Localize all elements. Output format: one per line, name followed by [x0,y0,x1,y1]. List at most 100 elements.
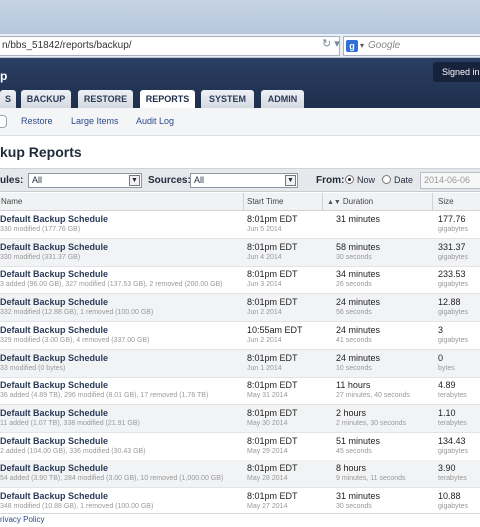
schedule-name: Default Backup Schedule [0,352,109,363]
duration: 8 hours [336,463,367,474]
start-date: May 31 2014 [247,392,288,400]
table-row[interactable]: Default Backup Schedule 11 added (1.07 TB… [0,404,480,433]
duration: 2 hours [336,407,367,418]
schedule-name: Default Backup Schedule [0,435,109,446]
subnav-item-restore[interactable]: Restore [21,116,53,126]
size-value: 1.10 [438,407,456,418]
table-row[interactable]: Default Backup Schedule 54 added (3.90 TB… [0,460,480,489]
start-time: 8:01pm EDT [247,407,298,418]
change-summary: 330 modified (331.37 GB) [0,253,81,261]
start-time: 8:01pm EDT [247,241,298,252]
duration-detail: 9 minutes, 11 seconds [336,475,406,483]
tab-admin[interactable]: ADMIN [261,90,304,108]
size-unit: gigabytes [438,336,468,344]
size-unit: gigabytes [438,253,468,261]
size-unit: gigabytes [438,309,468,317]
table-row[interactable]: Default Backup Schedule 329 modified (3.0… [0,322,480,350]
duration-detail: 26 seconds [336,281,372,289]
size-unit: gigabytes [438,281,468,289]
column-header-name[interactable]: Name [1,197,22,206]
start-date: Jun 2 2014 [247,336,282,344]
column-header-duration[interactable]: ▲▼ Duration [327,197,373,206]
schedules-select[interactable]: All ▼ [28,173,142,188]
duration: 51 minutes [336,435,381,446]
change-summary: 54 added (3.90 TB), 284 modified (3.00 G… [0,475,224,483]
tab-backup[interactable]: BACKUP [21,90,71,108]
size-unit: terabytes [438,475,467,483]
subnav-item-active[interactable] [0,115,7,128]
duration: 34 minutes [336,269,381,280]
signed-in-menu[interactable]: Signed in as [433,62,480,82]
tab-reports[interactable]: REPORTS [140,90,195,109]
size-unit: terabytes [438,419,467,427]
start-time: 8:01pm EDT [247,435,298,446]
column-header-size[interactable]: Size [438,197,454,206]
column-divider [322,193,323,211]
chevron-down-icon: ▼ [285,175,296,186]
start-date: Jun 4 2014 [247,253,282,261]
tab-restore[interactable]: RESTORE [78,90,133,108]
start-time: 8:01pm EDT [247,463,298,474]
address-bar[interactable]: n/bbs_51842/reports/backup/ [0,36,340,56]
date-input[interactable]: 2014-06-06 [420,172,480,189]
change-summary: 3 added (96.00 GB), 327 modified (137.53… [0,281,223,289]
filter-bar: ules: All ▼ Sources: All ▼ From: Now Dat… [0,168,480,192]
from-label: From: [316,175,345,186]
reload-icon[interactable]: ↻ ▾ [322,37,340,50]
table-row[interactable]: Default Backup Schedule 36 added (4.89 TB… [0,377,480,406]
now-radio[interactable] [345,175,354,184]
change-summary: 348 modified (10.88 GB), 1 removed (100.… [0,503,154,510]
schedule-name: Default Backup Schedule [0,269,109,280]
schedule-name: Default Backup Schedule [0,380,109,391]
subnav-item-audit-log[interactable]: Audit Log [136,116,174,126]
start-date: May 30 2014 [247,419,288,427]
start-date: Jun 2 2014 [247,309,282,317]
table-row[interactable]: Default Backup Schedule 330 modified (177… [0,211,480,239]
table-row[interactable]: Default Backup Schedule 2 added (104.00 G… [0,433,480,461]
duration-header-label: Duration [342,197,374,206]
table-row[interactable]: Default Backup Schedule 33 modified (0 by… [0,349,480,378]
date-radio[interactable] [382,175,391,184]
size-unit: gigabytes [438,447,468,455]
duration-detail: 30 seconds [336,253,372,261]
duration-detail: 56 seconds [336,309,372,317]
tab-system[interactable]: SYSTEM [201,90,254,108]
start-date: May 29 2014 [247,447,288,455]
subnav-item-large-items[interactable]: Large Items [71,116,119,126]
page-title: kup Reports [0,144,82,160]
date-radio-label: Date [394,175,414,185]
sources-value: All [194,175,205,185]
start-date: May 27 2014 [247,503,288,510]
size-value: 134.43 [438,435,466,446]
table-row[interactable]: Default Backup Schedule 332 modified (12.… [0,294,480,323]
start-time: 8:01pm EDT [247,352,298,363]
duration-detail: 30 seconds [336,503,372,510]
duration-detail: 45 seconds [336,447,372,455]
schedule-name: Default Backup Schedule [0,241,109,252]
search-bar[interactable]: g ▾ Google [343,36,480,56]
browser-title-area [0,0,480,34]
size-value: 12.88 [438,297,461,308]
table-row[interactable]: Default Backup Schedule 330 modified (331… [0,238,480,267]
schedule-name: Default Backup Schedule [0,463,109,474]
duration-detail: 41 seconds [336,336,372,344]
size-value: 177.76 [438,214,466,224]
table-row[interactable]: Default Backup Schedule 3 added (96.00 GB… [0,266,480,295]
chevron-down-icon[interactable]: ▾ [360,37,364,55]
start-time: 10:55am EDT [247,324,303,335]
search-placeholder: Google [368,40,401,51]
tab-partial[interactable]: S [0,90,16,108]
column-header-start[interactable]: Start Time [247,197,283,206]
sources-select[interactable]: All ▼ [190,173,298,188]
table-row[interactable]: Default Backup Schedule 348 modified (10.… [0,488,480,516]
change-summary: 33 modified (0 bytes) [0,364,66,372]
privacy-policy-link[interactable]: rivacy Policy [0,513,480,527]
size-value: 233.53 [438,269,466,280]
start-time: 8:01pm EDT [247,491,298,501]
schedules-label: ules: [0,175,24,186]
change-summary: 330 modified (177.76 GB) [0,226,81,233]
duration: 58 minutes [336,241,381,252]
size-value: 4.89 [438,380,456,391]
size-unit: terabytes [438,392,467,400]
sort-icon: ▲▼ [327,199,341,206]
